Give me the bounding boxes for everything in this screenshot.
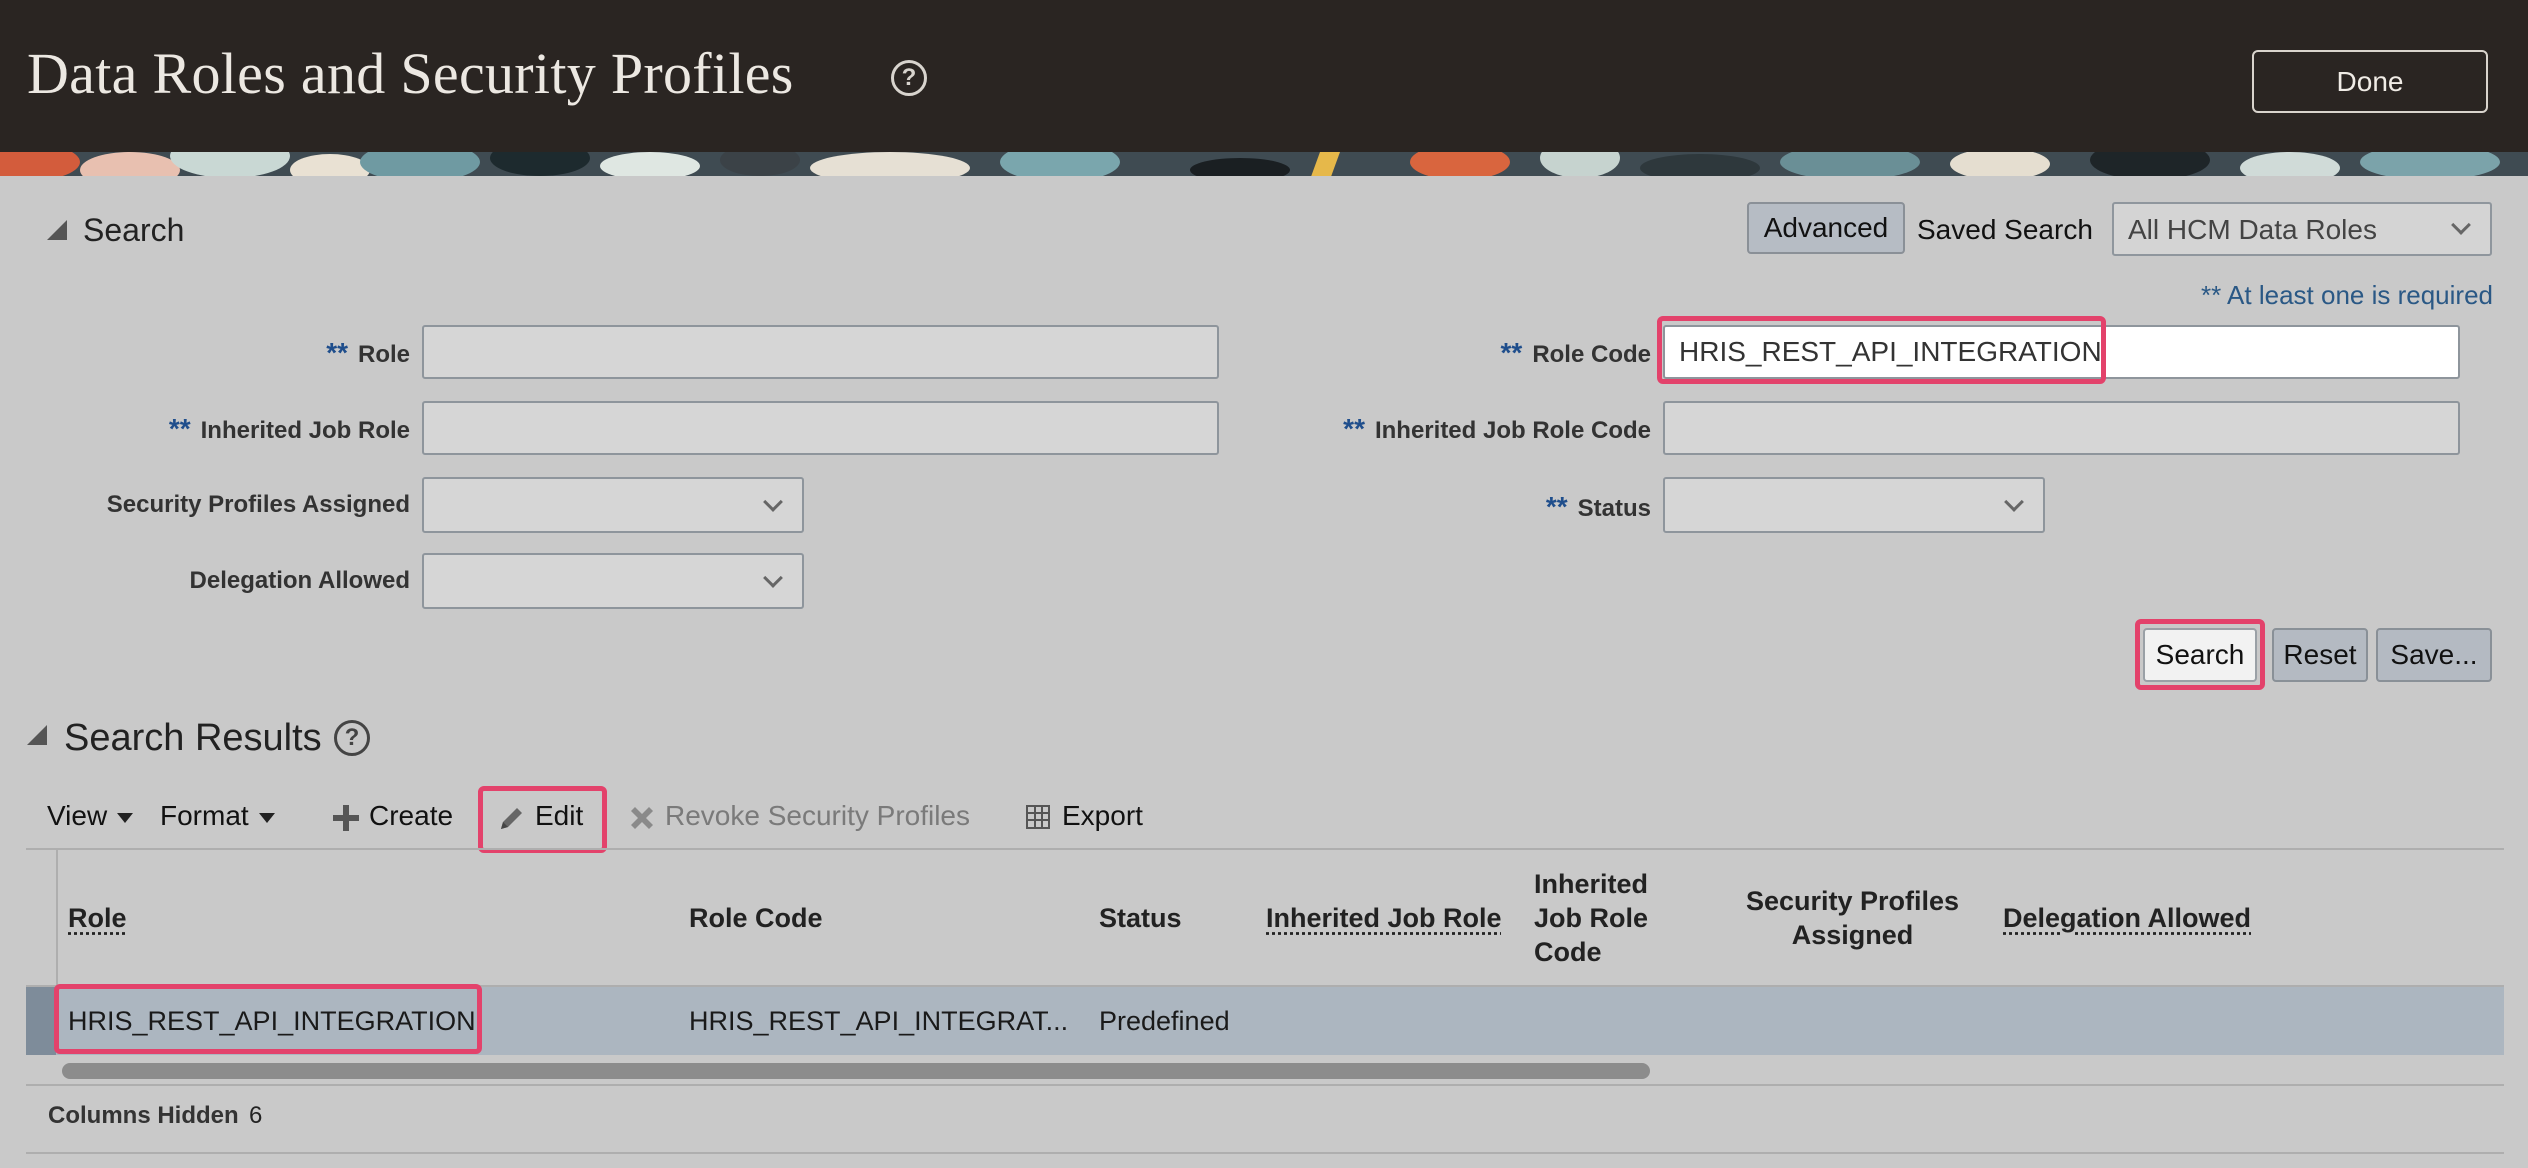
reset-button[interactable]: Reset (2272, 628, 2368, 682)
row-role-code-cell: HRIS_REST_API_INTEGRAT... (689, 1006, 1069, 1036)
column-header-inherited-job-role[interactable]: Inherited Job Role (1266, 901, 1502, 935)
chevron-down-icon (2451, 215, 2471, 235)
row-selection-marker (26, 987, 56, 1055)
pencil-icon (501, 807, 522, 829)
decorative-banner (0, 152, 2528, 176)
delegation-allowed-select[interactable] (422, 553, 804, 609)
chevron-down-icon (763, 568, 783, 588)
saved-search-label: Saved Search (1917, 214, 2093, 245)
columns-hidden-label: Columns Hidden (48, 1102, 239, 1129)
done-button[interactable]: Done (2252, 50, 2488, 113)
role-input[interactable] (422, 325, 1219, 379)
status-select[interactable] (1663, 477, 2045, 533)
required-marker: ** (168, 413, 191, 444)
view-menu[interactable]: View (47, 800, 134, 832)
x-icon (631, 806, 653, 829)
inherited-job-role-input[interactable] (422, 401, 1219, 455)
role-code-label: ** Role Code (1500, 337, 1651, 368)
column-header-status[interactable]: Status (1099, 901, 1182, 935)
column-header-security-profiles-assigned[interactable]: Security Profiles Assigned (1730, 884, 1975, 952)
required-marker: ** (1500, 337, 1523, 368)
column-header-delegation-allowed[interactable]: Delegation Allowed (2003, 901, 2251, 935)
role-code-input[interactable] (1663, 325, 2460, 379)
search-section-title: Search (83, 212, 185, 248)
help-icon[interactable]: ? (334, 720, 370, 756)
inherited-job-role-code-label: ** Inherited Job Role Code (1343, 413, 1651, 444)
table-bottom-border (26, 1084, 2504, 1086)
export-icon (1026, 804, 1050, 829)
inherited-job-role-code-input[interactable] (1663, 401, 2460, 455)
collapse-search-icon[interactable] (47, 220, 67, 240)
delegation-allowed-label: Delegation Allowed (189, 567, 410, 594)
saved-search-select[interactable]: All HCM Data Roles (2112, 202, 2492, 256)
export-button[interactable]: Export (1024, 800, 1143, 833)
required-marker: ** (1343, 413, 1365, 444)
edit-button[interactable]: Edit (497, 800, 583, 833)
caret-down-icon (258, 812, 275, 823)
chevron-down-icon (763, 492, 783, 512)
create-button[interactable]: Create (331, 800, 453, 833)
help-icon[interactable]: ? (891, 60, 927, 96)
security-profiles-assigned-label: Security Profiles Assigned (106, 491, 410, 518)
results-section-title: Search Results (64, 717, 322, 759)
page-title: Data Roles and Security Profiles (27, 41, 794, 106)
save-search-button[interactable]: Save... (2376, 628, 2492, 682)
security-profiles-assigned-select[interactable] (422, 477, 804, 533)
required-marker: ** (326, 337, 348, 368)
advanced-button[interactable]: Advanced (1747, 202, 1905, 254)
format-menu[interactable]: Format (160, 800, 275, 832)
status-label: ** Status (1545, 491, 1651, 522)
row-status-cell: Predefined (1099, 1006, 1230, 1036)
table-top-border (26, 848, 2504, 850)
saved-search-value: All HCM Data Roles (2128, 214, 2377, 245)
chevron-down-icon (2004, 492, 2024, 512)
table-left-border (56, 848, 58, 988)
plus-icon (333, 804, 359, 831)
footer-bottom-border (26, 1152, 2504, 1154)
column-header-role-code[interactable]: Role Code (689, 901, 823, 935)
role-label: ** Role (326, 337, 410, 368)
search-button[interactable]: Search (2143, 628, 2257, 682)
required-marker: ** (1545, 491, 1568, 522)
horizontal-scrollbar[interactable] (62, 1063, 1650, 1079)
column-header-inherited-job-role-code[interactable]: Inherited Job Role Code (1534, 867, 1674, 969)
required-note: ** At least one is required (2201, 280, 2493, 310)
caret-down-icon (117, 812, 134, 823)
columns-hidden-count: 6 (249, 1102, 263, 1129)
collapse-results-icon[interactable] (27, 725, 47, 745)
row-role-cell: HRIS_REST_API_INTEGRATION (68, 1006, 476, 1036)
page-header: Data Roles and Security Profiles ? Done (0, 0, 2528, 152)
inherited-job-role-label: ** Inherited Job Role (168, 413, 410, 444)
revoke-security-profiles-button[interactable]: Revoke Security Profiles (627, 800, 970, 833)
column-header-role[interactable]: Role (68, 901, 127, 935)
